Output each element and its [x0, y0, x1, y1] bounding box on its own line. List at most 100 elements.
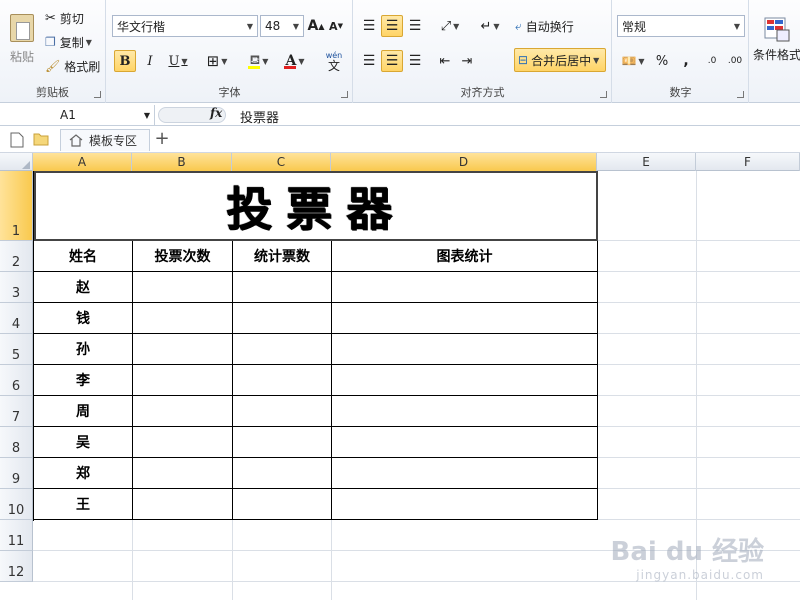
bold-button[interactable]: B — [114, 50, 136, 72]
font-family-select[interactable]: 华文行楷 ▼ — [112, 15, 258, 37]
cut-button[interactable]: ✂ 剪切 — [44, 8, 102, 28]
copy-dropdown-icon[interactable]: ▼ — [86, 38, 92, 47]
header-chart[interactable]: 图表统计 — [332, 241, 598, 272]
align-right-button[interactable]: ☰ — [404, 50, 426, 72]
comma-button[interactable]: , — [675, 50, 697, 72]
vote-cell[interactable] — [133, 334, 233, 365]
tally-cell[interactable] — [233, 365, 332, 396]
row-header-12[interactable]: 12 — [0, 551, 33, 582]
fill-color-button[interactable]: ⛾ ▼ — [243, 50, 275, 72]
wrap-text-button[interactable]: ⤶ 自动换行 — [514, 15, 604, 37]
vote-cell[interactable] — [133, 427, 233, 458]
chart-cell[interactable] — [332, 334, 598, 365]
row-header-11[interactable]: 11 — [0, 520, 33, 551]
font-size-dropdown-icon[interactable]: ▼ — [289, 16, 303, 36]
font-color-button[interactable]: A ▼ — [279, 50, 311, 72]
increase-indent-button[interactable]: ⇥ — [456, 50, 478, 72]
vote-cell[interactable] — [133, 303, 233, 334]
font-launcher-icon[interactable] — [341, 91, 348, 98]
align-left-button[interactable]: ☰ — [358, 50, 380, 72]
borders-dropdown-icon[interactable]: ▼ — [221, 57, 227, 66]
copy-button[interactable]: ❐ 复制 ▼ — [44, 32, 104, 52]
increase-decimal-button[interactable]: .0 — [701, 50, 723, 72]
decrease-indent-button[interactable]: ⇤ — [434, 50, 456, 72]
row-header-4[interactable]: 4 — [0, 303, 33, 334]
borders-button[interactable]: ⊞ ▼ — [201, 50, 233, 72]
name-cell[interactable]: 李 — [34, 365, 133, 396]
tally-cell[interactable] — [233, 427, 332, 458]
name-cell[interactable]: 孙 — [34, 334, 133, 365]
insert-function-icon[interactable]: fx — [210, 106, 222, 120]
row-header-1[interactable]: 1 — [0, 171, 33, 241]
name-box-dropdown-icon[interactable]: ▼ — [144, 111, 150, 120]
vote-cell[interactable] — [133, 458, 233, 489]
name-cell[interactable]: 王 — [34, 489, 133, 520]
vote-cell[interactable] — [133, 272, 233, 303]
column-header-d[interactable]: D — [331, 153, 597, 171]
chart-cell[interactable] — [332, 427, 598, 458]
column-header-a[interactable]: A — [33, 153, 132, 171]
fill-color-dropdown-icon[interactable]: ▼ — [262, 57, 268, 66]
header-name[interactable]: 姓名 — [34, 241, 133, 272]
currency-dropdown-icon[interactable]: ▼ — [638, 57, 644, 66]
text-direction-button[interactable]: ↵ ▼ — [474, 15, 506, 37]
align-bottom-button[interactable]: ☰ — [404, 15, 426, 37]
currency-button[interactable]: 💴 ▼ — [617, 50, 649, 72]
chart-cell[interactable] — [332, 458, 598, 489]
name-cell[interactable]: 周 — [34, 396, 133, 427]
text-direction-dropdown-icon[interactable]: ▼ — [493, 22, 499, 31]
tally-cell[interactable] — [233, 489, 332, 520]
title-cell[interactable]: 投票器 — [34, 171, 598, 241]
row-header-10[interactable]: 10 — [0, 489, 33, 520]
new-document-icon[interactable] — [10, 132, 24, 148]
vote-cell[interactable] — [133, 396, 233, 427]
font-size-select[interactable]: 48 ▼ — [260, 15, 304, 37]
align-center-button[interactable]: ☰ — [381, 50, 403, 72]
number-format-select[interactable]: 常规 ▼ — [617, 15, 745, 37]
name-cell[interactable]: 钱 — [34, 303, 133, 334]
shrink-font-button[interactable]: A ▼ — [327, 15, 345, 37]
row-header-7[interactable]: 7 — [0, 396, 33, 427]
formula-input[interactable]: 投票器 — [240, 107, 279, 126]
header-tally[interactable]: 统计票数 — [233, 241, 332, 272]
tally-cell[interactable] — [233, 272, 332, 303]
tally-cell[interactable] — [233, 458, 332, 489]
column-header-b[interactable]: B — [132, 153, 232, 171]
vote-cell[interactable] — [133, 489, 233, 520]
row-header-3[interactable]: 3 — [0, 272, 33, 303]
select-all-corner[interactable] — [0, 153, 33, 171]
row-header-8[interactable]: 8 — [0, 427, 33, 458]
chart-cell[interactable] — [332, 489, 598, 520]
header-vote-count[interactable]: 投票次数 — [133, 241, 233, 272]
tally-cell[interactable] — [233, 334, 332, 365]
phonetic-button[interactable]: wén 文 — [317, 48, 351, 74]
decrease-decimal-button[interactable]: .00 — [724, 50, 746, 72]
font-family-dropdown-icon[interactable]: ▼ — [243, 16, 257, 36]
name-cell[interactable]: 吴 — [34, 427, 133, 458]
name-cell[interactable]: 郑 — [34, 458, 133, 489]
column-header-c[interactable]: C — [232, 153, 331, 171]
add-tab-button[interactable]: + — [152, 130, 172, 150]
orientation-button[interactable]: ⤢ ▼ — [434, 15, 466, 37]
merge-center-dropdown-icon[interactable]: ▼ — [593, 56, 599, 65]
chart-cell[interactable] — [332, 303, 598, 334]
underline-dropdown-icon[interactable]: ▼ — [181, 57, 187, 66]
alignment-launcher-icon[interactable] — [600, 91, 607, 98]
italic-button[interactable]: I — [139, 50, 161, 72]
percent-button[interactable]: % — [651, 50, 673, 72]
tally-cell[interactable] — [233, 303, 332, 334]
grow-font-button[interactable]: A ▲ — [307, 15, 325, 37]
underline-button[interactable]: U ▼ — [163, 50, 193, 72]
chart-cell[interactable] — [332, 396, 598, 427]
clipboard-launcher-icon[interactable] — [94, 91, 101, 98]
row-header-9[interactable]: 9 — [0, 458, 33, 489]
number-format-dropdown-icon[interactable]: ▼ — [730, 16, 744, 36]
column-header-f[interactable]: F — [696, 153, 800, 171]
vote-cell[interactable] — [133, 365, 233, 396]
merge-center-button[interactable]: ⊟ 合并后居中 ▼ — [514, 48, 606, 72]
chart-cell[interactable] — [332, 365, 598, 396]
name-box[interactable]: A1 ▼ — [0, 105, 155, 125]
orientation-dropdown-icon[interactable]: ▼ — [453, 22, 459, 31]
row-header-5[interactable]: 5 — [0, 334, 33, 365]
column-header-e[interactable]: E — [597, 153, 696, 171]
